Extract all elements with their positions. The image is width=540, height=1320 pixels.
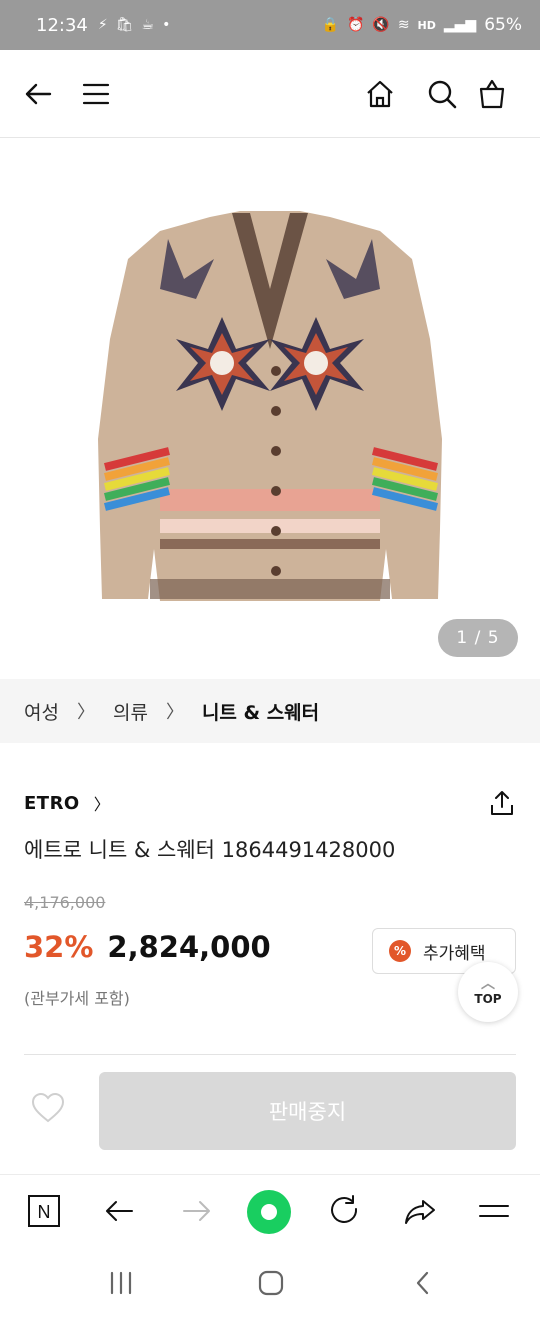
battery-level: 65%: [484, 15, 522, 35]
refresh-icon[interactable]: [326, 1193, 362, 1229]
breadcrumb: 여성 〉 의류 〉 니트 & 스웨터: [0, 679, 540, 743]
status-bar: 12:34 ⚡ 🛍 ☕ • 🔒 ⏰ 🔇 ≋ HD ▂▄▆ 65%: [0, 0, 540, 50]
breadcrumb-item-clothing[interactable]: 의류: [113, 698, 148, 725]
sale-price: 2,824,000: [107, 930, 271, 964]
brand-link[interactable]: ETRO: [24, 793, 80, 814]
svg-text:N: N: [38, 1202, 51, 1222]
charging-bolt-icon: ⚡: [97, 17, 108, 33]
scroll-top-label: TOP: [474, 992, 502, 1006]
shopping-bag-icon: 🛍: [115, 17, 134, 33]
divider: [24, 1054, 516, 1055]
back-button-icon[interactable]: [408, 1268, 438, 1298]
signal-icon: ▂▄▆: [443, 17, 477, 33]
chevron-right-icon[interactable]: 〉: [94, 791, 110, 815]
share-arrow-icon[interactable]: [402, 1193, 438, 1229]
naver-n-icon[interactable]: N: [26, 1193, 62, 1229]
brand-row: ETRO 〉: [24, 788, 516, 818]
back-arrow-icon[interactable]: [22, 78, 54, 110]
chevron-right-icon: 〉: [165, 702, 184, 723]
breadcrumb-item-women[interactable]: 여성: [24, 698, 59, 725]
heart-icon[interactable]: [30, 1090, 66, 1126]
price-row: 32% 2,824,000: [24, 930, 271, 964]
top-nav: [0, 50, 540, 138]
android-nav-bar: [0, 1248, 540, 1320]
chevron-up-icon: ︿: [481, 976, 495, 992]
breadcrumb-item-knit-sweater[interactable]: 니트 & 스웨터: [202, 698, 319, 725]
scroll-top-button[interactable]: ︿ TOP: [458, 962, 518, 1022]
recent-apps-icon[interactable]: [106, 1268, 136, 1298]
product-title: 에트로 니트 & 스웨터 1864491428000: [24, 838, 396, 862]
lock-icon: 🔒: [321, 17, 339, 33]
home-button-icon[interactable]: [256, 1268, 286, 1298]
browser-toolbar: N: [0, 1174, 540, 1248]
percent-badge-icon: %: [389, 940, 411, 962]
browser-back-icon[interactable]: [102, 1193, 138, 1229]
menu-icon[interactable]: [80, 78, 112, 110]
wifi-icon: ≋: [397, 17, 410, 33]
extra-benefit-label: 추가혜택: [423, 943, 486, 964]
sold-out-button[interactable]: 판매중지: [99, 1072, 516, 1150]
vat-note: (관부가세 포함): [24, 989, 130, 1008]
shopping-bag-icon[interactable]: [476, 78, 508, 110]
green-window-icon[interactable]: [246, 1189, 292, 1235]
image-pager: 1 / 5: [438, 619, 518, 657]
home-icon[interactable]: [364, 78, 396, 110]
share-icon[interactable]: [488, 789, 516, 817]
status-time: 12:34: [36, 14, 88, 36]
hd-voice-label: HD: [417, 18, 436, 32]
browser-menu-icon[interactable]: [476, 1193, 512, 1229]
discount-rate: 32%: [24, 930, 94, 964]
browser-forward-icon[interactable]: [178, 1193, 214, 1229]
alarm-icon: ⏰: [346, 17, 365, 33]
mute-icon: 🔇: [372, 17, 390, 33]
product-image-carousel[interactable]: 1 / 5: [0, 139, 540, 679]
chevron-right-icon: 〉: [76, 702, 95, 723]
dot-icon: •: [162, 17, 171, 33]
search-icon[interactable]: [426, 78, 458, 110]
original-price: 4,176,000: [24, 893, 106, 912]
cup-icon: ☕: [141, 17, 155, 33]
product-image: [98, 211, 442, 601]
